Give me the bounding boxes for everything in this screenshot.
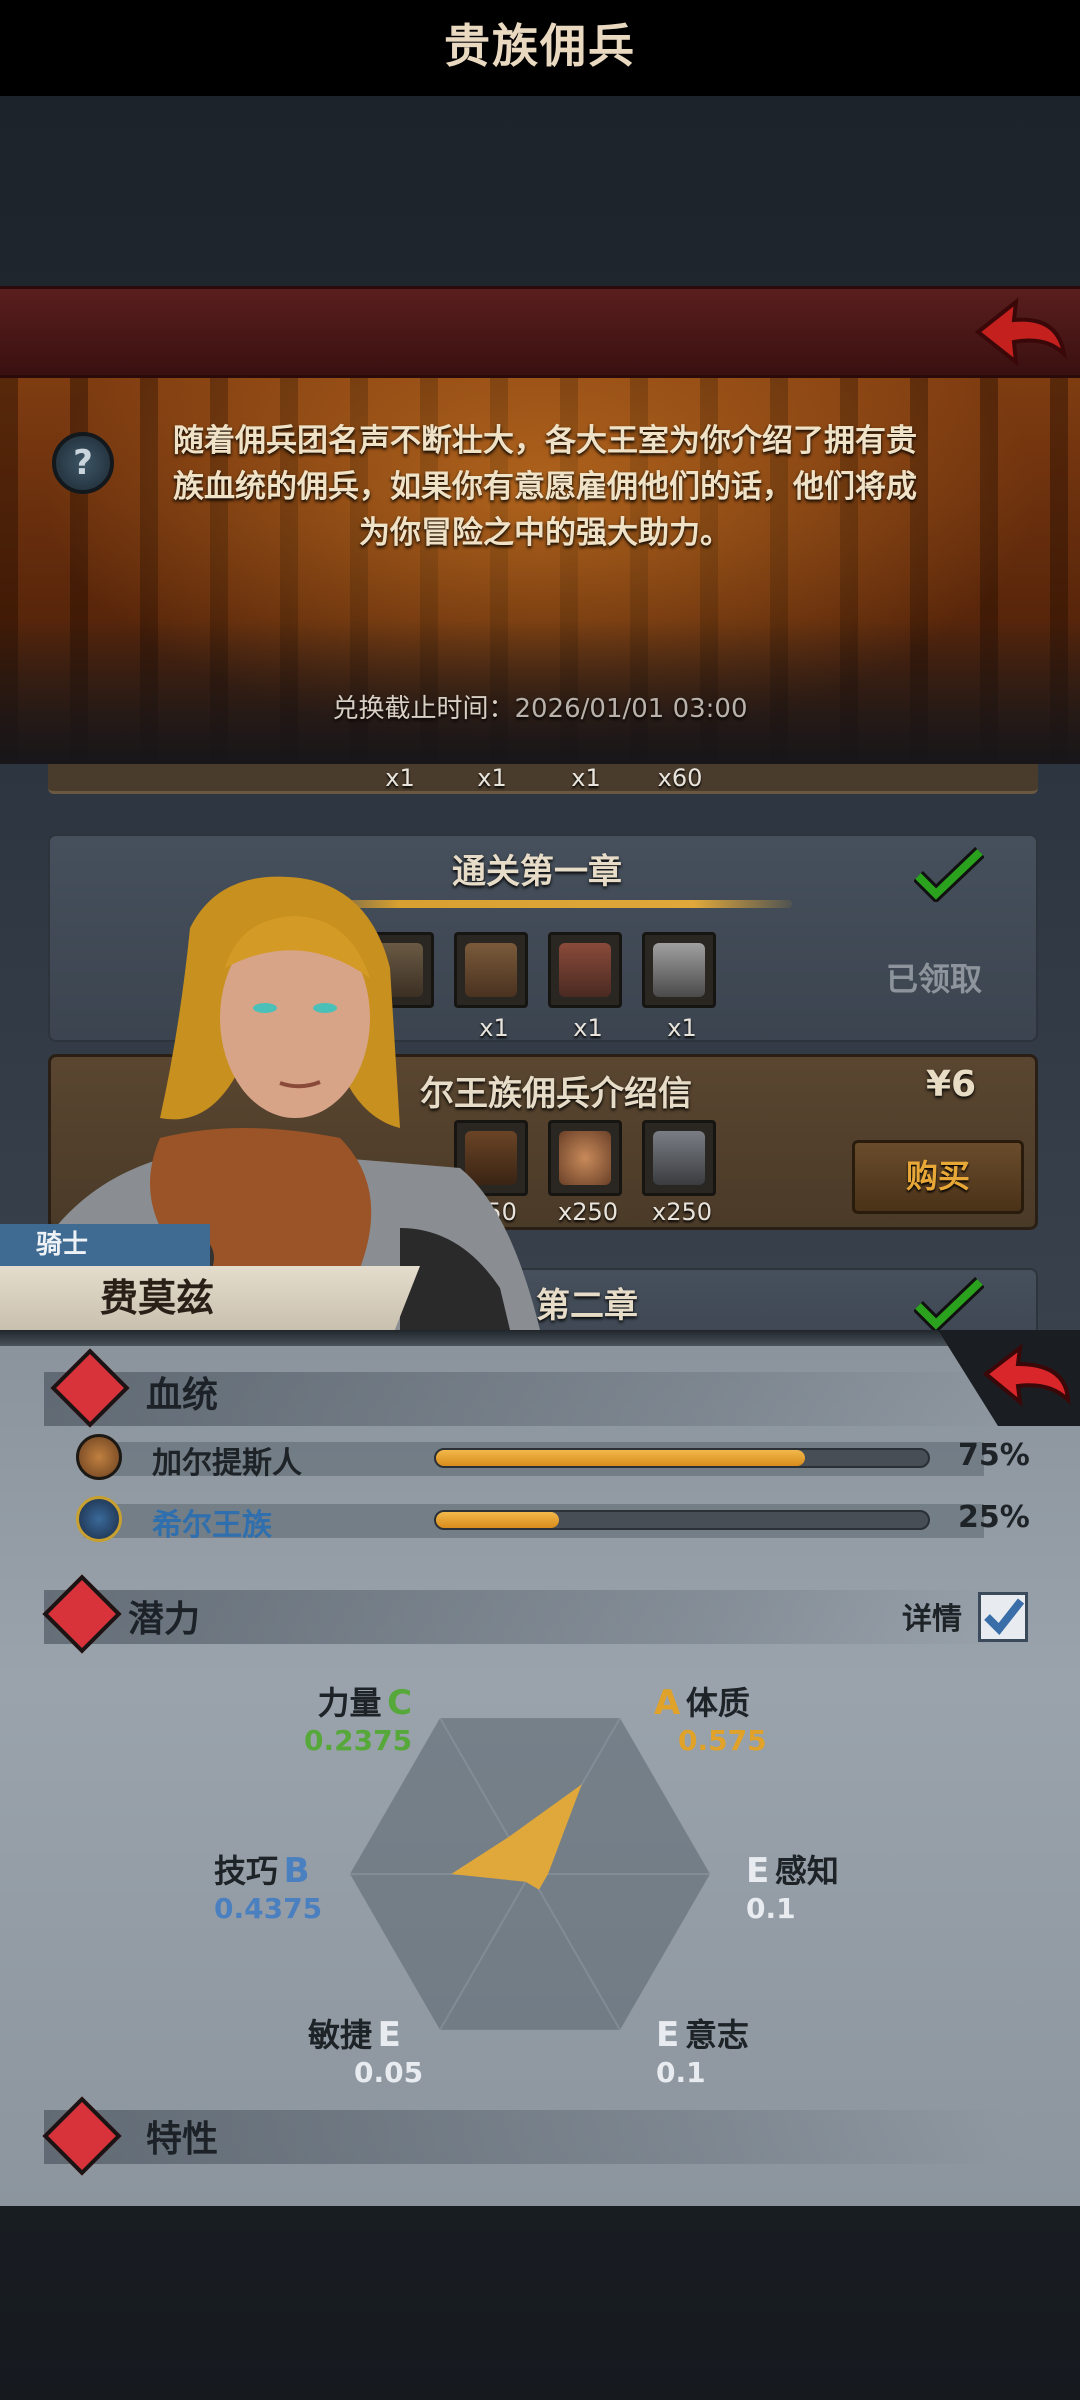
hero-info-panel[interactable]: 血统 加尔提斯人 75% 希尔王族 25% 潜力 详情 力量 C 0.2375 … — [0, 1330, 1080, 2206]
stat-grade: E — [656, 2015, 680, 2055]
stat-value: 0.2375 — [304, 1724, 413, 1757]
hero-class-badge: 骑士 — [0, 1224, 210, 1266]
bloodline-bar — [434, 1448, 930, 1468]
bloodline-percent: 25% — [958, 1500, 1030, 1535]
stat-name: 感知 — [774, 1852, 839, 1890]
offer-price: ¥6 — [926, 1064, 977, 1105]
stat-grade: E — [377, 2015, 401, 2055]
check-icon — [914, 846, 984, 902]
stat-value: 0.1 — [746, 1892, 796, 1925]
stat-value: 0.575 — [678, 1724, 767, 1757]
stat-grade: C — [387, 1683, 413, 1723]
item-quantity: x1 — [571, 764, 601, 792]
item-quantity: x250 — [557, 1198, 618, 1226]
stat-agility: 敏捷 E 0.05 — [308, 2010, 423, 2089]
item-quantity: x1 — [667, 1014, 697, 1042]
title-bar — [0, 286, 1080, 378]
bloodline-bar — [434, 1510, 930, 1530]
stat-perception: E 感知 0.1 — [746, 1846, 839, 1925]
deadline-value: 2026/01/01 03:00 — [514, 694, 748, 724]
page-title: 贵族佣兵 — [444, 19, 636, 73]
help-icon[interactable]: ? — [52, 432, 114, 494]
check-icon — [914, 1276, 984, 1330]
stat-value: 0.4375 — [214, 1892, 323, 1925]
previous-card-edge — [48, 764, 1038, 794]
stat-constitution: A 体质 0.575 — [654, 1678, 767, 1757]
item-quantity: x60 — [657, 764, 703, 792]
buy-button[interactable]: 购买 — [852, 1140, 1024, 1214]
bloodline-name: 希尔王族 — [152, 1508, 272, 1543]
check-icon — [984, 1598, 1025, 1636]
stat-name: 敏捷 — [308, 2016, 373, 2054]
panel-top-edge — [0, 1330, 1080, 1346]
detail-label: 详情 — [902, 1602, 962, 1637]
back-arrow-icon[interactable] — [970, 292, 1070, 372]
stat-value: 0.05 — [354, 2056, 424, 2089]
stat-willpower: E 意志 0.1 — [656, 2010, 749, 2089]
bloodline-emblem-icon — [76, 1496, 122, 1542]
stat-value: 0.1 — [656, 2056, 706, 2089]
bloodline-percent: 75% — [958, 1438, 1030, 1473]
potential-title: 潜力 — [128, 1599, 201, 1640]
stat-strength: 力量 C 0.2375 — [304, 1678, 412, 1757]
reward-item-slot[interactable] — [642, 1120, 716, 1196]
claimed-status: 已领取 — [886, 960, 983, 998]
stat-name: 技巧 — [214, 1852, 279, 1890]
bloodline-bar-fill — [436, 1512, 559, 1528]
stat-skill: 技巧 B 0.4375 — [214, 1846, 322, 1925]
bloodline-emblem-icon — [76, 1434, 122, 1480]
bloodline-bar-fill — [436, 1450, 805, 1466]
detail-checkbox[interactable] — [978, 1592, 1028, 1642]
bloodline-name: 加尔提斯人 — [152, 1446, 302, 1481]
stat-grade: B — [283, 1851, 310, 1891]
back-arrow-icon[interactable] — [938, 1330, 1080, 1426]
deadline-label: 兑换截止时间： — [332, 694, 515, 724]
item-quantity: x250 — [651, 1198, 712, 1226]
traits-title: 特性 — [146, 2119, 219, 2160]
stat-grade: A — [654, 1683, 681, 1723]
item-quantity: x1 — [573, 1014, 603, 1042]
stat-grade: E — [746, 1851, 770, 1891]
hero-name: 费莫兹 — [100, 1276, 215, 1320]
stat-name: 体质 — [685, 1684, 750, 1722]
item-quantity: x1 — [477, 764, 507, 792]
item-quantity: x1 — [385, 764, 415, 792]
stat-name: 力量 — [317, 1684, 382, 1722]
deadline: 兑换截止时间：2026/01/01 03:00 — [0, 688, 1080, 725]
bloodline-title: 血统 — [146, 1375, 219, 1416]
banner-description: 随着佣兵团名声不断壮大，各大王室为你介绍了拥有贵族血统的佣兵，如果你有意愿雇佣他… — [173, 423, 917, 551]
reward-item-slot[interactable] — [642, 932, 716, 1008]
stat-name: 意志 — [684, 2016, 749, 2054]
